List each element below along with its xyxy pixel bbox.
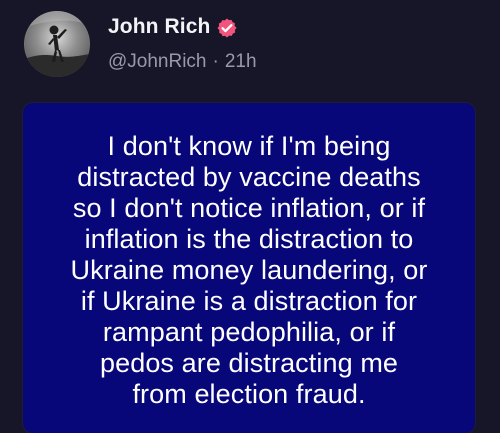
avatar[interactable] (24, 11, 90, 77)
social-post: John Rich @JohnRich · 21h I don't know i… (0, 0, 500, 433)
author-handle[interactable]: @JohnRich (108, 51, 207, 73)
post-image-text: I don't know if I'm being distracted by … (70, 131, 428, 409)
author-row: John Rich (108, 12, 238, 42)
verified-badge-icon (216, 17, 238, 39)
meta-separator: · (212, 51, 219, 72)
avatar-photo-icon (24, 11, 90, 77)
post-timestamp[interactable]: 21h (225, 51, 257, 73)
author-display-name[interactable]: John Rich (108, 15, 210, 39)
post-meta-row: @JohnRich · 21h (108, 51, 257, 73)
post-image-card[interactable]: I don't know if I'm being distracted by … (23, 103, 475, 433)
